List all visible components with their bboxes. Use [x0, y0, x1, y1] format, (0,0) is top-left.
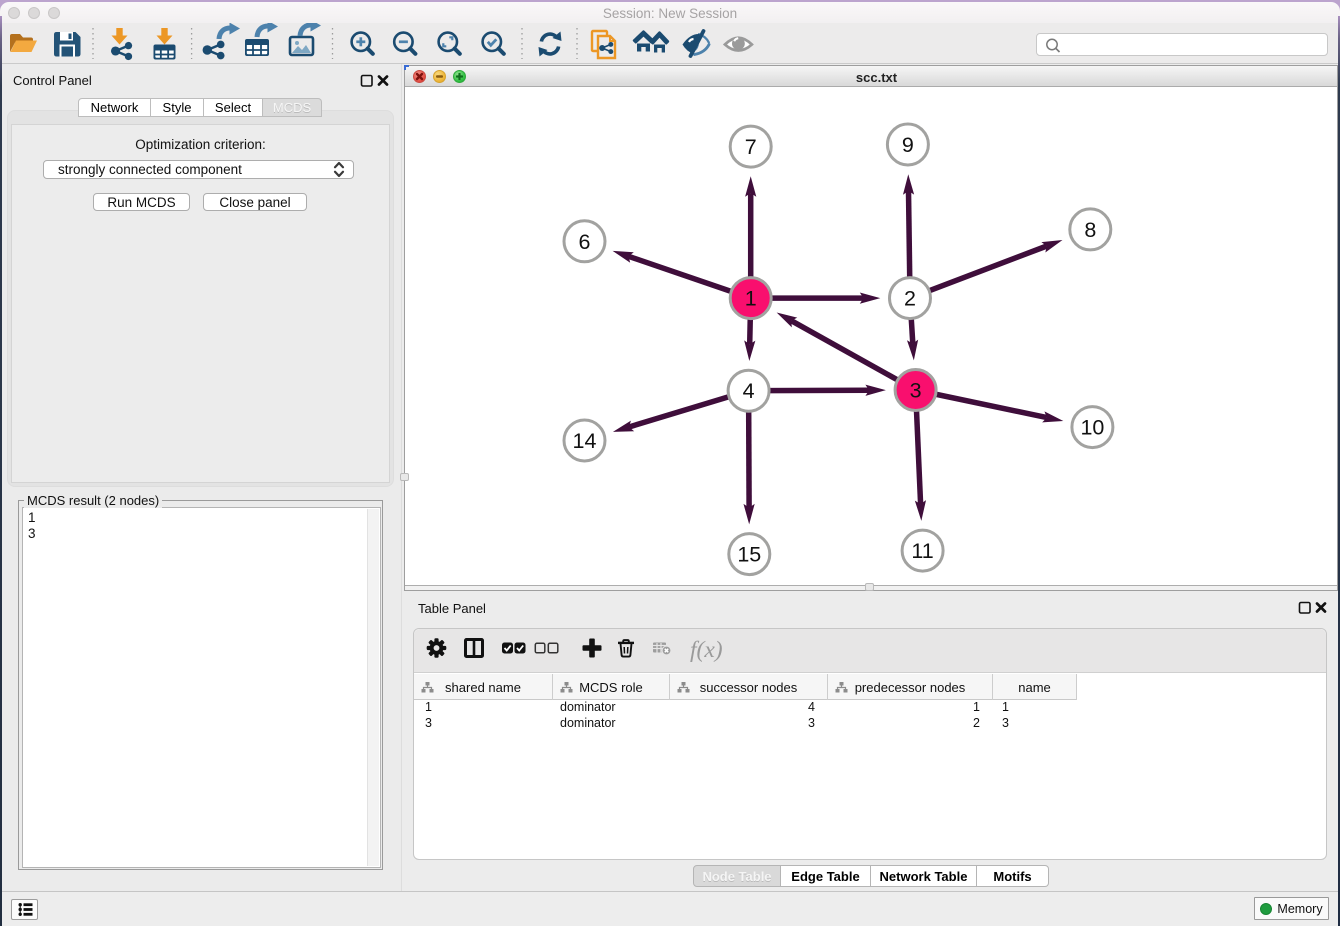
svg-text:15: 15	[737, 543, 761, 567]
svg-text:7: 7	[745, 135, 757, 159]
svg-text:9: 9	[902, 133, 914, 157]
svg-text:11: 11	[911, 539, 933, 563]
svg-text:2: 2	[904, 287, 916, 311]
svg-text:4: 4	[743, 379, 755, 403]
svg-text:14: 14	[573, 429, 597, 453]
svg-text:6: 6	[579, 230, 591, 254]
svg-text:8: 8	[1084, 218, 1096, 242]
svg-text:1: 1	[745, 287, 757, 311]
svg-text:3: 3	[910, 379, 922, 403]
svg-text:10: 10	[1080, 416, 1104, 440]
svg-text:f(x): f(x)	[690, 637, 723, 663]
